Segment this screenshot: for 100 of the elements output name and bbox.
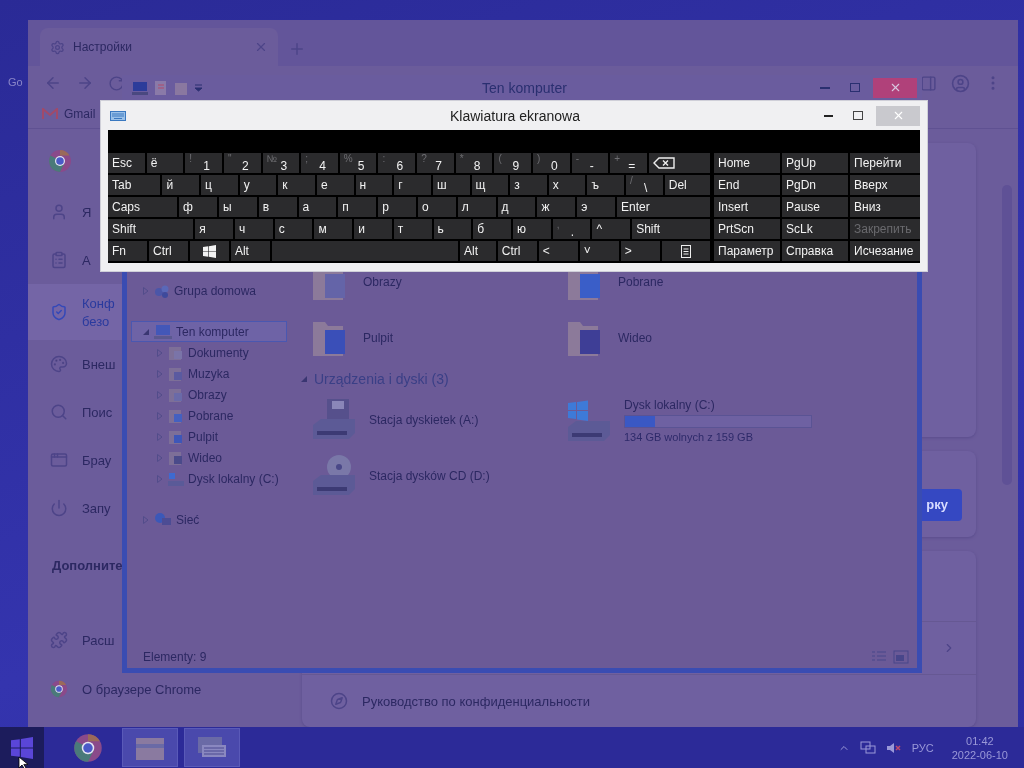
action-button[interactable]: рку (920, 488, 962, 521)
key[interactable]: ( 9 (494, 153, 532, 173)
key[interactable]: % 5 (339, 153, 377, 173)
side-panel-icon[interactable] (920, 74, 937, 92)
key[interactable]: + = (610, 153, 647, 173)
key[interactable]: : 6 (378, 153, 416, 173)
start-button[interactable] (0, 727, 44, 768)
collapsed-arrow-icon[interactable] (156, 474, 164, 483)
key[interactable]: ч (235, 219, 273, 239)
key[interactable]: / \ (626, 175, 663, 195)
collapsed-arrow-icon[interactable] (156, 411, 164, 420)
key[interactable]: д (497, 197, 536, 217)
key[interactable]: з (510, 175, 547, 195)
clock[interactable]: 01:42 2022-06-10 (951, 734, 1008, 761)
key[interactable]: в (258, 197, 297, 217)
key[interactable]: Alt (459, 241, 496, 261)
close-button[interactable] (873, 77, 917, 98)
key[interactable]: ц (201, 175, 238, 195)
collapsed-arrow-icon[interactable] (142, 286, 150, 295)
key[interactable]: ё (146, 153, 184, 173)
key[interactable]: ы (218, 197, 257, 217)
function-key[interactable]: Перейти (850, 153, 920, 173)
key[interactable]: ъ (587, 175, 625, 195)
key[interactable]: Caps (108, 197, 178, 217)
key[interactable]: ф (179, 197, 217, 217)
collapsed-arrow-icon[interactable] (156, 348, 164, 357)
key[interactable]: ˅ (579, 241, 619, 261)
key[interactable]: а (298, 197, 337, 217)
key[interactable]: , . (552, 219, 591, 239)
key[interactable]: н (355, 175, 393, 195)
key[interactable]: Fn (108, 241, 147, 261)
profile-icon[interactable] (951, 73, 970, 93)
key[interactable]: - - (571, 153, 609, 173)
key[interactable]: ^ (592, 219, 631, 239)
space-key[interactable] (271, 241, 458, 261)
function-key[interactable]: Insert (714, 197, 780, 217)
key[interactable]: й (162, 175, 200, 195)
key[interactable]: с (274, 219, 313, 239)
collapsed-arrow-icon[interactable] (156, 432, 164, 441)
key[interactable]: Alt (230, 241, 270, 261)
key[interactable]: я (195, 219, 233, 239)
function-key[interactable]: PrtScn (714, 219, 780, 239)
key[interactable]: м (314, 219, 353, 239)
key[interactable]: Shift (108, 219, 194, 239)
taskbar-app-button[interactable] (184, 728, 240, 767)
key[interactable]: и (354, 219, 392, 239)
menu-key[interactable] (661, 241, 710, 261)
function-key[interactable]: Home (714, 153, 780, 173)
key[interactable]: х (548, 175, 586, 195)
key[interactable]: Tab (108, 175, 161, 195)
key[interactable]: е (316, 175, 354, 195)
function-key[interactable]: End (714, 175, 780, 195)
key[interactable]: ш (432, 175, 470, 195)
function-key[interactable]: Исчезание (850, 241, 920, 261)
language-indicator[interactable]: РУС (911, 741, 934, 754)
key[interactable]: к (278, 175, 315, 195)
key[interactable]: Ctrl (497, 241, 537, 261)
collapsed-arrow-icon[interactable] (156, 369, 164, 378)
function-key[interactable]: PgUp (782, 153, 848, 173)
function-key[interactable]: Справка (782, 241, 848, 261)
forward-arrow-icon[interactable] (76, 74, 94, 92)
key[interactable]: щ (471, 175, 509, 195)
close-button[interactable] (876, 105, 920, 126)
key[interactable]: л (457, 197, 496, 217)
key[interactable]: Del (664, 175, 710, 195)
key[interactable]: < (538, 241, 578, 261)
expanded-arrow-icon[interactable] (142, 327, 150, 336)
key[interactable]: ; 4 (301, 153, 338, 173)
key[interactable]: р (378, 197, 416, 217)
dropdown-arrow-icon[interactable] (194, 83, 203, 92)
function-key[interactable]: PgDn (782, 175, 848, 195)
key[interactable]: ) 0 (533, 153, 570, 173)
function-key[interactable]: Вниз (850, 197, 920, 217)
key[interactable]: о (418, 197, 456, 217)
key[interactable]: Esc (108, 153, 145, 173)
function-key[interactable]: ScLk (782, 219, 848, 239)
key[interactable]: г (394, 175, 431, 195)
key[interactable]: ? 7 (417, 153, 454, 173)
collapsed-arrow-icon[interactable] (156, 453, 164, 462)
large-icons-view-icon[interactable] (893, 650, 909, 664)
backspace-key[interactable] (648, 153, 710, 173)
key[interactable]: б (473, 219, 511, 239)
collapsed-arrow-icon[interactable] (142, 515, 150, 524)
key[interactable]: Enter (617, 197, 710, 217)
key[interactable]: ю (513, 219, 551, 239)
key[interactable]: у (239, 175, 277, 195)
collapsed-arrow-icon[interactable] (156, 390, 164, 399)
key[interactable]: * 8 (455, 153, 493, 173)
key[interactable]: " 2 (223, 153, 261, 173)
network-icon[interactable] (859, 740, 876, 755)
key[interactable]: № 3 (262, 153, 300, 173)
windows-key[interactable] (189, 241, 229, 261)
key[interactable]: ! 1 (185, 153, 222, 173)
function-key[interactable]: Вверх (850, 175, 920, 195)
close-icon[interactable] (254, 40, 268, 54)
key[interactable]: ь (433, 219, 472, 239)
muted-speaker-icon[interactable] (885, 740, 902, 755)
properties-icon[interactable] (154, 79, 168, 96)
function-key[interactable]: Параметр (714, 241, 780, 261)
key[interactable]: п (338, 197, 377, 217)
